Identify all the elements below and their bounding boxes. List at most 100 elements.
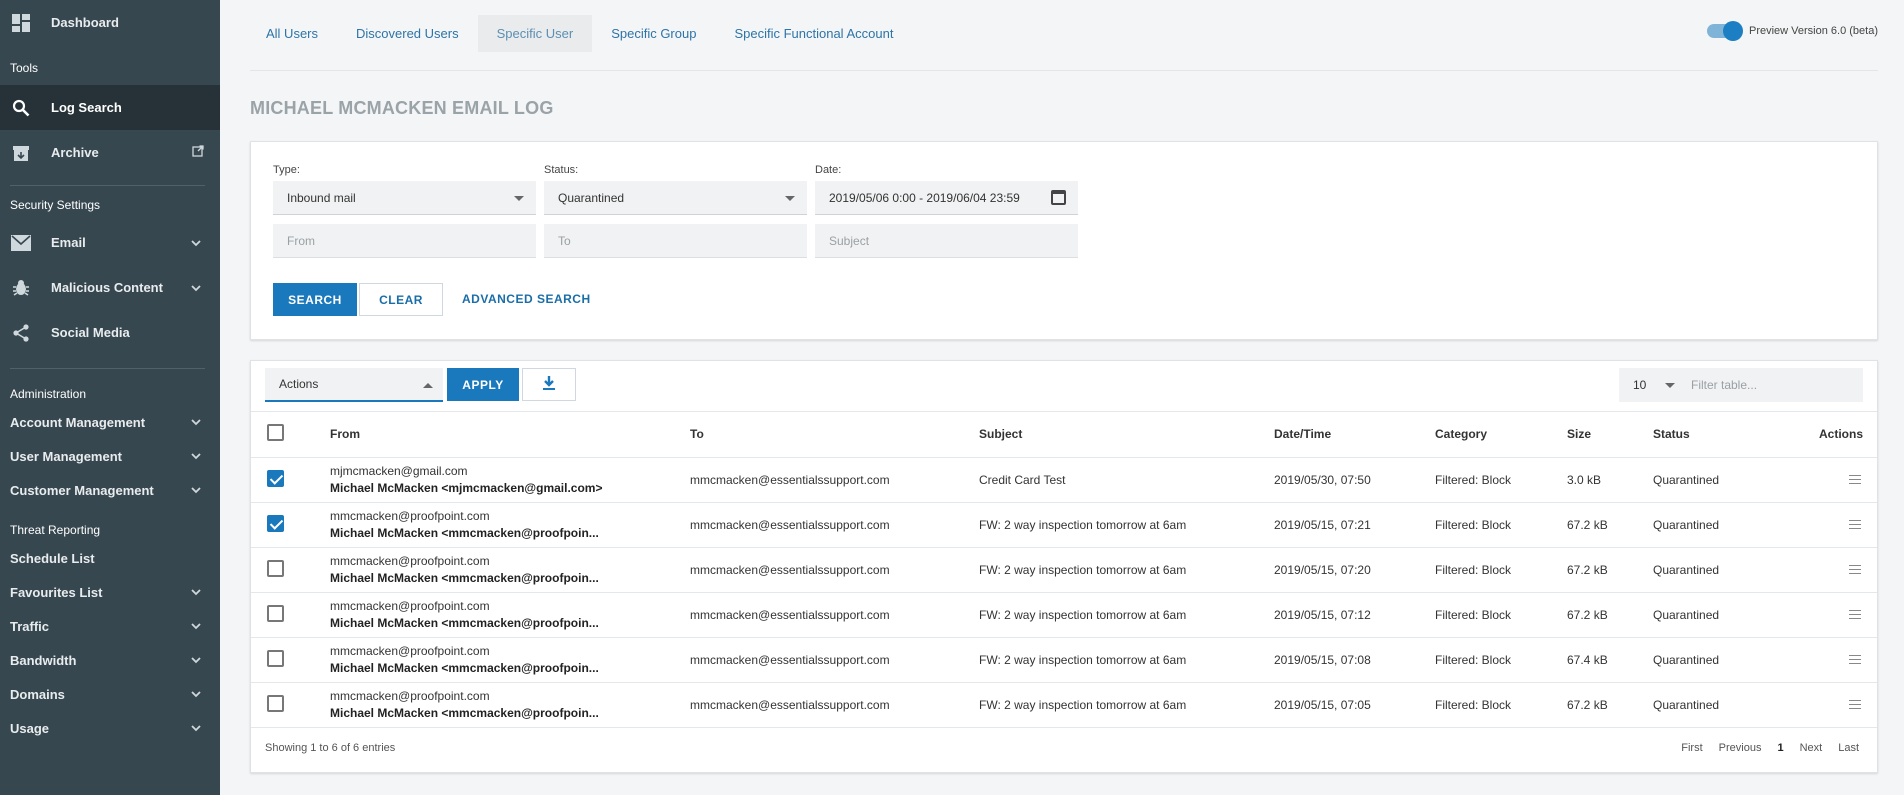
status-value: Quarantined — [558, 190, 625, 205]
to-cell: mmcmacken@essentialssupport.com — [690, 502, 979, 548]
status-select[interactable]: Quarantined — [544, 181, 807, 215]
sidebar-item-account-management[interactable]: Account Management — [0, 405, 220, 439]
pagination-last[interactable]: Last — [1838, 742, 1859, 754]
sidebar-item-favourites-list[interactable]: Favourites List — [0, 575, 220, 609]
pagination-first[interactable]: First — [1681, 742, 1702, 754]
page-length-select[interactable]: 10 — [1619, 368, 1685, 402]
table-row[interactable]: mmcmacken@proofpoint.com Michael McMacken… — [251, 547, 1877, 593]
sidebar-item-domains[interactable]: Domains — [0, 677, 220, 711]
from-name: Michael McMacken <mjmcmacken@gmail.com> — [330, 481, 603, 495]
dropdown-arrow-icon — [785, 196, 795, 201]
row-checkbox[interactable] — [267, 469, 284, 487]
bulk-actions-select[interactable]: Actions — [265, 368, 443, 402]
subject-input[interactable]: Subject — [815, 224, 1078, 258]
apply-button[interactable]: APPLY — [447, 368, 519, 401]
table-row[interactable]: mmcmacken@proofpoint.com Michael McMacken… — [251, 592, 1877, 638]
date-range-input[interactable]: 2019/05/06 0:00 - 2019/06/04 23:59 — [815, 181, 1078, 215]
column-header-category[interactable]: Category — [1435, 412, 1567, 458]
tab-specific-user[interactable]: Specific User — [477, 14, 593, 52]
sidebar: Dashboard Tools Log Search Archive Secur… — [0, 0, 220, 795]
sidebar-section-threat-reporting: Threat Reporting — [10, 523, 101, 537]
table-row[interactable]: mmcmacken@proofpoint.com Michael McMacken… — [251, 502, 1877, 548]
sidebar-item-social-media[interactable]: Social Media — [0, 310, 220, 355]
tab-specific-functional-account[interactable]: Specific Functional Account — [715, 15, 912, 52]
status-cell: Quarantined — [1653, 457, 1773, 503]
pagination-next[interactable]: Next — [1800, 742, 1823, 754]
sidebar-item-malicious-content[interactable]: Malicious Content — [0, 265, 220, 310]
sidebar-item-dashboard[interactable]: Dashboard — [0, 0, 220, 45]
row-actions-cell — [1773, 457, 1877, 503]
dropdown-arrow-icon — [423, 383, 433, 388]
tab-discovered-users[interactable]: Discovered Users — [337, 15, 478, 52]
download-button[interactable] — [522, 368, 576, 401]
column-header-size[interactable]: Size — [1567, 412, 1653, 458]
column-header-datetime[interactable]: Date/Time — [1274, 412, 1435, 458]
chevron-down-icon — [190, 416, 202, 431]
row-checkbox[interactable] — [267, 604, 284, 622]
envelope-icon — [10, 232, 32, 254]
column-header-from[interactable]: From — [330, 412, 690, 458]
sidebar-item-schedule-list[interactable]: Schedule List — [0, 541, 220, 575]
sidebar-item-bandwidth[interactable]: Bandwidth — [0, 643, 220, 677]
size-cell: 3.0 kB — [1567, 457, 1653, 503]
row-checkbox[interactable] — [267, 559, 284, 577]
status-field-group: Status: Quarantined — [544, 164, 807, 215]
row-checkbox[interactable] — [267, 649, 284, 667]
calendar-icon[interactable] — [1051, 190, 1066, 205]
category-cell: Filtered: Block — [1435, 502, 1567, 548]
row-select-cell — [251, 547, 330, 593]
column-header-actions: Actions — [1773, 412, 1877, 458]
pagination-current-page[interactable]: 1 — [1777, 742, 1783, 754]
table-header-row: From To Subject Date/Time Category Size … — [251, 412, 1877, 458]
row-checkbox[interactable] — [267, 694, 284, 712]
menu-icon[interactable] — [1849, 654, 1861, 664]
from-input[interactable]: From — [273, 224, 536, 258]
preview-toggle[interactable] — [1706, 21, 1743, 41]
select-all-checkbox[interactable] — [267, 424, 284, 442]
menu-icon[interactable] — [1849, 564, 1861, 574]
pagination-previous[interactable]: Previous — [1719, 742, 1762, 754]
sidebar-item-email[interactable]: Email — [0, 220, 220, 265]
tab-all-users[interactable]: All Users — [247, 15, 337, 52]
table-row[interactable]: mjmcmacken@gmail.com Michael McMacken <mj… — [251, 457, 1877, 503]
sidebar-item-log-search[interactable]: Log Search — [0, 85, 220, 130]
table-body: mjmcmacken@gmail.com Michael McMacken <mj… — [251, 457, 1877, 728]
sidebar-item-usage[interactable]: Usage — [0, 711, 220, 745]
table-row[interactable]: mmcmacken@proofpoint.com Michael McMacken… — [251, 637, 1877, 683]
menu-icon[interactable] — [1849, 699, 1861, 709]
menu-icon[interactable] — [1849, 609, 1861, 619]
row-checkbox[interactable] — [267, 514, 284, 532]
to-input[interactable]: To — [544, 224, 807, 258]
subject-cell: Credit Card Test — [979, 457, 1274, 503]
sidebar-item-user-management[interactable]: User Management — [0, 439, 220, 473]
advanced-search-link[interactable]: ADVANCED SEARCH — [462, 292, 591, 306]
clear-button[interactable]: CLEAR — [359, 283, 443, 316]
search-button[interactable]: SEARCH — [273, 283, 357, 316]
menu-icon[interactable] — [1849, 519, 1861, 529]
to-cell: mmcmacken@essentialssupport.com — [690, 637, 979, 683]
filter-table-input[interactable]: Filter table... — [1677, 368, 1863, 402]
size-cell: 67.4 kB — [1567, 637, 1653, 683]
menu-icon[interactable] — [1849, 474, 1861, 484]
sidebar-item-traffic[interactable]: Traffic — [0, 609, 220, 643]
column-header-to[interactable]: To — [690, 412, 979, 458]
tab-specific-group[interactable]: Specific Group — [592, 15, 715, 52]
sidebar-item-archive[interactable]: Archive — [0, 130, 220, 175]
row-actions-cell — [1773, 547, 1877, 593]
sidebar-item-customer-management[interactable]: Customer Management — [0, 473, 220, 507]
column-header-subject[interactable]: Subject — [979, 412, 1274, 458]
size-cell: 67.2 kB — [1567, 502, 1653, 548]
pagination: First Previous 1 Next Last — [1681, 742, 1859, 754]
chevron-down-icon — [190, 484, 202, 499]
from-cell: mjmcmacken@gmail.com Michael McMacken <mj… — [330, 457, 690, 503]
from-name: Michael McMacken <mmcmacken@proofpoin... — [330, 706, 599, 720]
column-header-status[interactable]: Status — [1653, 412, 1773, 458]
table-row[interactable]: mmcmacken@proofpoint.com Michael McMacken… — [251, 682, 1877, 728]
status-cell: Quarantined — [1653, 592, 1773, 638]
datetime-cell: 2019/05/15, 07:12 — [1274, 592, 1435, 638]
main-content: All Users Discovered Users Specific User… — [220, 0, 1904, 795]
sidebar-divider — [10, 368, 205, 369]
subject-cell: FW: 2 way inspection tomorrow at 6am — [979, 502, 1274, 548]
type-label: Type: — [273, 164, 300, 176]
type-select[interactable]: Inbound mail — [273, 181, 536, 215]
